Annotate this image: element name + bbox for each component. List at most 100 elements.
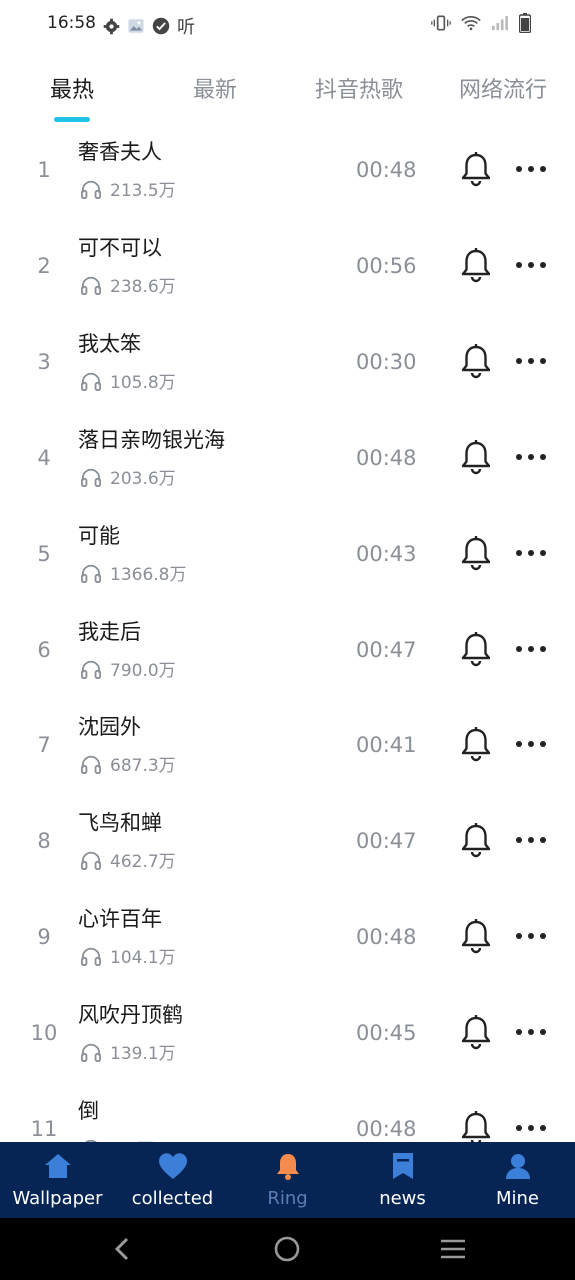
song-play-count: 238.6万 [80, 272, 176, 297]
song-rank: 6 [37, 638, 51, 662]
signal-icon [491, 15, 509, 31]
play-count-value: 462.7万 [110, 852, 176, 872]
song-play-count: 5.8万 [80, 1135, 154, 1142]
set-ringtone-bell-icon[interactable] [458, 821, 494, 859]
gear-icon [103, 18, 120, 35]
tab-hottest[interactable]: 最热 [50, 72, 94, 104]
set-ringtone-bell-icon[interactable] [458, 438, 494, 476]
song-play-count: 462.7万 [80, 847, 176, 872]
nav-collected[interactable]: collected [115, 1142, 230, 1218]
song-row[interactable]: 2 可不可以 238.6万 00:56 [0, 218, 575, 314]
song-play-count: 213.5万 [80, 176, 176, 201]
song-title: 落日亲吻银光海 [78, 428, 225, 452]
song-row[interactable]: 3 我太笨 105.8万 00:30 [0, 314, 575, 410]
headphones-icon [80, 275, 102, 295]
more-options-icon[interactable] [513, 350, 549, 372]
bookmark-icon [388, 1150, 418, 1182]
headphones-icon [80, 850, 102, 870]
back-icon[interactable] [107, 1234, 137, 1264]
status-bar: 16:58 听 [0, 0, 575, 48]
more-options-icon[interactable] [513, 638, 549, 660]
nav-label: news [379, 1188, 426, 1209]
headphones-icon [80, 946, 102, 966]
more-options-icon[interactable] [513, 158, 549, 180]
song-row[interactable]: 5 可能 1366.8万 00:43 [0, 506, 575, 602]
play-count-value: 687.3万 [110, 756, 176, 776]
more-options-icon[interactable] [513, 925, 549, 947]
song-row[interactable]: 8 飞鸟和蝉 462.7万 00:47 [0, 793, 575, 889]
play-count-value: 139.1万 [110, 1044, 176, 1064]
song-rank: 5 [37, 542, 51, 566]
check-circle-icon [152, 17, 170, 35]
set-ringtone-bell-icon[interactable] [458, 246, 494, 284]
song-row[interactable]: 4 落日亲吻银光海 203.6万 00:48 [0, 410, 575, 506]
play-count-value: 790.0万 [110, 661, 176, 681]
wifi-icon [461, 15, 481, 31]
set-ringtone-bell-icon[interactable] [458, 150, 494, 188]
song-title: 飞鸟和蝉 [78, 811, 162, 835]
song-title: 可能 [78, 524, 120, 548]
song-rank: 11 [30, 1117, 58, 1141]
song-title: 我太笨 [78, 332, 141, 356]
song-title: 倒 [78, 1099, 99, 1123]
more-options-icon[interactable] [513, 254, 549, 276]
tab-douyin-hits[interactable]: 抖音热歌 [315, 72, 403, 104]
headphones-icon [80, 1042, 102, 1062]
nav-label: Wallpaper [12, 1188, 103, 1209]
play-count-value: 104.1万 [110, 948, 176, 968]
song-rank: 2 [37, 254, 51, 278]
more-options-icon[interactable] [513, 1021, 549, 1043]
song-row[interactable]: 10 风吹丹顶鹤 139.1万 00:45 [0, 985, 575, 1081]
song-duration: 00:48 [356, 1117, 417, 1141]
play-count-value: 105.8万 [110, 373, 176, 393]
song-row[interactable]: 1 奢香夫人 213.5万 00:48 [0, 122, 575, 218]
song-title: 心许百年 [78, 907, 162, 931]
set-ringtone-bell-icon[interactable] [458, 342, 494, 380]
status-time: 16:58 [47, 13, 96, 33]
nav-label: Ring [267, 1188, 308, 1209]
nav-news[interactable]: news [345, 1142, 460, 1218]
tab-internet-popular[interactable]: 网络流行 [459, 72, 547, 104]
set-ringtone-bell-icon[interactable] [458, 534, 494, 572]
song-row[interactable]: 7 沈园外 687.3万 00:41 [0, 697, 575, 793]
set-ringtone-bell-icon[interactable] [458, 725, 494, 763]
set-ringtone-bell-icon[interactable] [458, 1109, 494, 1142]
song-play-count: 687.3万 [80, 751, 176, 776]
status-left-icons: 听 [103, 13, 195, 39]
more-options-icon[interactable] [513, 1117, 549, 1139]
nav-label: collected [131, 1188, 214, 1209]
headphones-icon [80, 754, 102, 774]
song-row[interactable]: 9 心许百年 104.1万 00:48 [0, 889, 575, 985]
battery-icon [519, 13, 531, 33]
more-options-icon[interactable] [513, 542, 549, 564]
song-duration: 00:43 [356, 542, 417, 566]
headphones-icon [80, 563, 102, 583]
more-options-icon[interactable] [513, 446, 549, 468]
song-rank: 1 [37, 158, 51, 182]
song-duration: 00:41 [356, 733, 417, 757]
song-row[interactable]: 11 倒 5.8万 00:48 [0, 1081, 575, 1142]
bell-icon [273, 1150, 303, 1182]
song-duration: 00:47 [356, 829, 417, 853]
song-play-count: 203.6万 [80, 464, 176, 489]
song-rank: 8 [37, 829, 51, 853]
tab-newest[interactable]: 最新 [193, 72, 237, 104]
song-row[interactable]: 6 我走后 790.0万 00:47 [0, 602, 575, 698]
song-title: 奢香夫人 [78, 140, 162, 164]
song-title: 沈园外 [78, 715, 141, 739]
set-ringtone-bell-icon[interactable] [458, 917, 494, 955]
nav-ring[interactable]: Ring [230, 1142, 345, 1218]
home-circle-icon[interactable] [272, 1234, 302, 1264]
recents-icon[interactable] [438, 1234, 468, 1264]
nav-wallpaper[interactable]: Wallpaper [0, 1142, 115, 1218]
set-ringtone-bell-icon[interactable] [458, 630, 494, 668]
home-icon [43, 1150, 73, 1182]
nav-mine[interactable]: Mine [460, 1142, 575, 1218]
song-rank: 9 [37, 925, 51, 949]
headphones-icon [80, 467, 102, 487]
headphones-icon [80, 659, 102, 679]
more-options-icon[interactable] [513, 733, 549, 755]
more-options-icon[interactable] [513, 829, 549, 851]
set-ringtone-bell-icon[interactable] [458, 1013, 494, 1051]
play-count-value: 1366.8万 [110, 565, 187, 585]
